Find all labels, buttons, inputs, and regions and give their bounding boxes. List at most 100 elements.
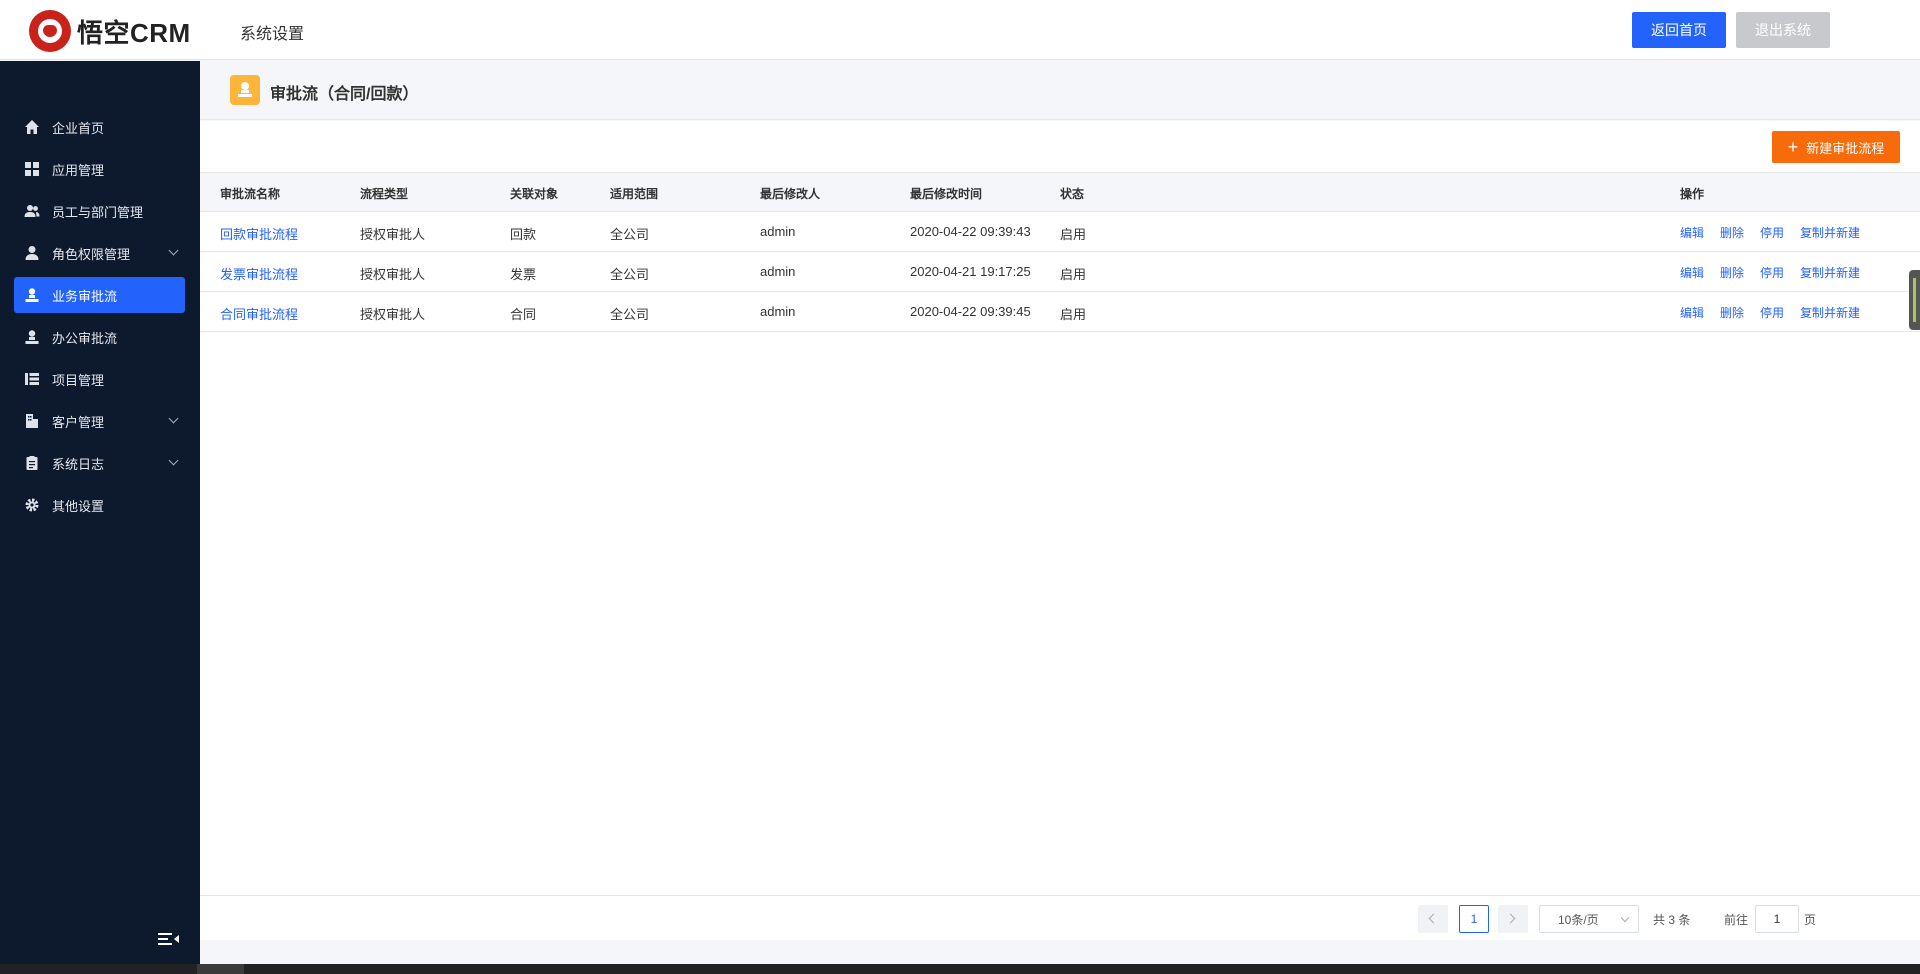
bottom-tab[interactable] [197, 964, 244, 974]
sidebar-item-label: 应用管理 [52, 162, 105, 178]
chevron-left-icon [1428, 913, 1439, 924]
goto-page-input[interactable] [1755, 905, 1799, 933]
table-row: 回款审批流程 授权审批人 回款 全公司 admin 2020-04-22 09:… [200, 212, 1920, 252]
sidebar-item-customers[interactable]: 客户管理 [14, 403, 185, 439]
monkey-logo-icon [29, 10, 71, 52]
delete-link[interactable]: 删除 [1720, 304, 1744, 321]
scope: 全公司 [610, 267, 650, 282]
collapse-menu-icon[interactable] [158, 931, 180, 947]
column-header: 审批流名称 [220, 187, 281, 201]
flow-type: 授权审批人 [360, 267, 426, 282]
disable-link[interactable]: 停用 [1760, 264, 1784, 281]
edit-link[interactable]: 编辑 [1680, 304, 1704, 321]
status: 启用 [1060, 227, 1087, 242]
gear-icon [25, 498, 39, 512]
sidebar-item-projects[interactable]: 项目管理 [14, 361, 185, 397]
goto-label: 前往 [1724, 913, 1749, 927]
home-button[interactable]: 返回首页 [1632, 12, 1726, 48]
sidebar: 企业首页 应用管理 员工与部门管理 角色权限管理 业务审批流 办公审批流 项目管… [0, 61, 200, 964]
table-row: 合同审批流程 授权审批人 合同 全公司 admin 2020-04-22 09:… [200, 292, 1920, 332]
column-header: 关联对象 [510, 187, 559, 201]
approval-icon [25, 330, 39, 344]
bottom-bar [0, 964, 1920, 974]
sidebar-item-label: 系统日志 [52, 456, 105, 472]
approval-flow-table: 审批流名称 流程类型 关联对象 适用范围 最后修改人 最后修改时间 状态 操作 … [200, 172, 1920, 332]
modified-time: 2020-04-21 19:17:25 [910, 264, 1031, 279]
sidebar-item-home[interactable]: 企业首页 [14, 109, 185, 145]
edit-link[interactable]: 编辑 [1680, 224, 1704, 241]
column-header: 状态 [1060, 187, 1085, 201]
column-header: 流程类型 [360, 187, 409, 201]
sidebar-item-label: 员工与部门管理 [52, 204, 144, 220]
page-size-value: 10条/页 [1558, 912, 1599, 927]
sidebar-item-roles[interactable]: 角色权限管理 [14, 235, 185, 271]
flow-name-link[interactable]: 发票审批流程 [220, 264, 298, 283]
chevron-right-icon [1505, 913, 1516, 924]
new-approval-flow-button[interactable]: + 新建审批流程 [1772, 131, 1900, 163]
edit-link[interactable]: 编辑 [1680, 264, 1704, 281]
column-header: 最后修改时间 [910, 187, 983, 201]
list-icon [25, 373, 39, 385]
status: 启用 [1060, 267, 1087, 282]
chevron-down-icon [1620, 913, 1630, 923]
copy-new-link[interactable]: 复制并新建 [1800, 264, 1860, 281]
page-header [200, 61, 1920, 120]
prev-page-button[interactable] [1418, 905, 1448, 933]
sidebar-item-label: 企业首页 [52, 120, 105, 136]
modified-time: 2020-04-22 09:39:43 [910, 224, 1031, 239]
new-button-label: 新建审批流程 [1806, 140, 1885, 156]
logo[interactable]: 悟空CRM [29, 10, 191, 52]
sidebar-item-apps[interactable]: 应用管理 [14, 151, 185, 187]
user-icon [25, 246, 39, 260]
sidebar-item-system-log[interactable]: 系统日志 [14, 445, 185, 481]
sidebar-item-label: 办公审批流 [52, 330, 118, 346]
related-object: 合同 [510, 307, 537, 322]
related-object: 发票 [510, 267, 537, 282]
grid-icon [25, 162, 39, 176]
approval-icon [25, 288, 39, 302]
chevron-down-icon [168, 413, 179, 424]
table-row: 发票审批流程 授权审批人 发票 全公司 admin 2020-04-21 19:… [200, 252, 1920, 292]
scope: 全公司 [610, 227, 650, 242]
column-header: 操作 [1680, 187, 1705, 201]
side-scroll-handle[interactable] [1909, 270, 1920, 330]
modifier: admin [760, 264, 796, 279]
modified-time: 2020-04-22 09:39:45 [910, 304, 1031, 319]
page-section-title: 系统设置 [240, 26, 305, 43]
approval-icon [230, 75, 260, 105]
total-count: 共 3 条 [1653, 913, 1691, 927]
flow-type: 授权审批人 [360, 307, 426, 322]
flow-name-link[interactable]: 合同审批流程 [220, 304, 298, 323]
modifier: admin [760, 304, 796, 319]
table-header: 审批流名称 流程类型 关联对象 适用范围 最后修改人 最后修改时间 状态 操作 [200, 172, 1920, 212]
flow-type: 授权审批人 [360, 227, 426, 242]
home-icon [25, 120, 39, 134]
sidebar-item-label: 项目管理 [52, 372, 105, 388]
column-header: 适用范围 [610, 187, 659, 201]
delete-link[interactable]: 删除 [1720, 224, 1744, 241]
sidebar-item-office-approval[interactable]: 办公审批流 [14, 319, 185, 355]
page-size-select[interactable]: 10条/页 [1539, 905, 1639, 933]
top-bar: 悟空CRM 系统设置 返回首页 退出系统 [0, 0, 1920, 60]
copy-new-link[interactable]: 复制并新建 [1800, 224, 1860, 241]
sidebar-item-label: 业务审批流 [52, 288, 118, 304]
scope: 全公司 [610, 307, 650, 322]
page-number-button[interactable]: 1 [1459, 905, 1489, 933]
disable-link[interactable]: 停用 [1760, 224, 1784, 241]
sidebar-item-employees[interactable]: 员工与部门管理 [14, 193, 185, 229]
sidebar-item-label: 其他设置 [52, 498, 105, 514]
next-page-button[interactable] [1498, 905, 1528, 933]
delete-link[interactable]: 删除 [1720, 264, 1744, 281]
disable-link[interactable]: 停用 [1760, 304, 1784, 321]
copy-new-link[interactable]: 复制并新建 [1800, 304, 1860, 321]
sidebar-item-business-approval[interactable]: 业务审批流 [14, 277, 185, 313]
column-header: 最后修改人 [760, 187, 821, 201]
plus-icon: + [1787, 137, 1799, 157]
clipboard-icon [26, 456, 38, 470]
building-icon [26, 414, 38, 428]
flow-name-link[interactable]: 回款审批流程 [220, 224, 298, 243]
logo-text: 悟空CRM [77, 17, 191, 48]
exit-button[interactable]: 退出系统 [1736, 12, 1830, 48]
chevron-down-icon [168, 245, 179, 256]
sidebar-item-other-settings[interactable]: 其他设置 [14, 487, 185, 523]
